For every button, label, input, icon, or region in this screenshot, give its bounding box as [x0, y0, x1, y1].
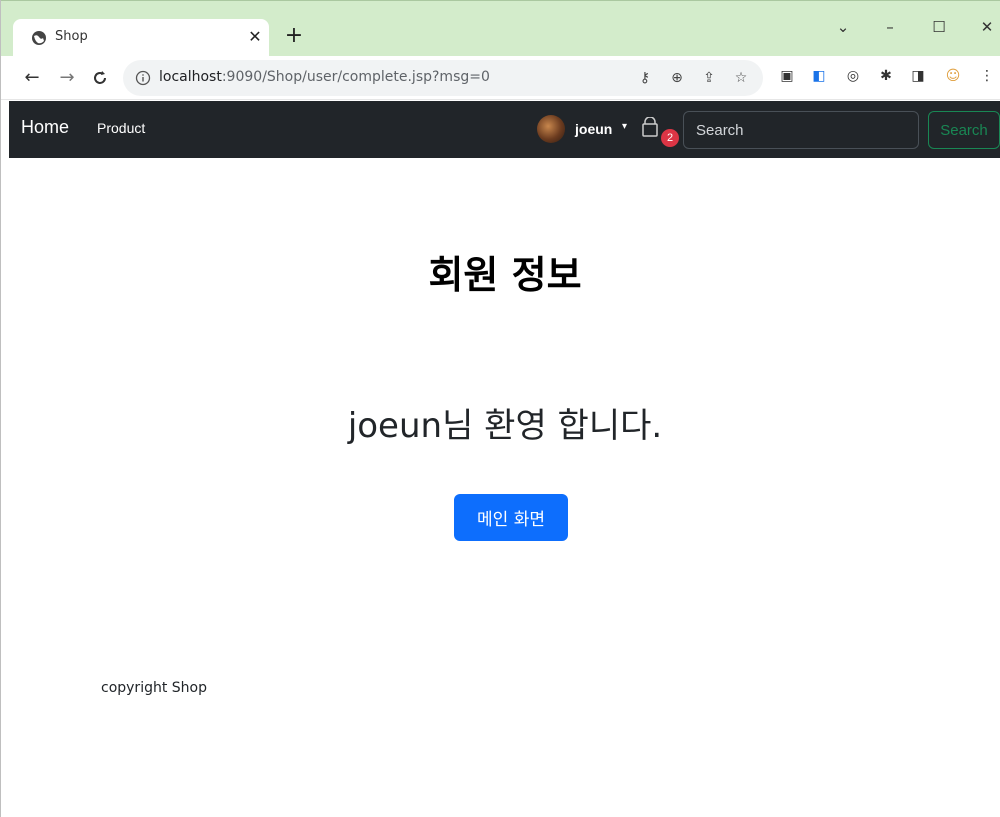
tab-shop[interactable]: Shop ✕: [13, 19, 269, 57]
key-icon[interactable]: ⚷: [635, 68, 655, 88]
nav-item-product[interactable]: Product: [97, 120, 145, 136]
search-input[interactable]: [683, 111, 919, 149]
forward-arrow-icon[interactable]: →: [55, 66, 79, 90]
profile-icon[interactable]: ☺: [943, 66, 963, 86]
footer-copyright: copyright Shop: [101, 680, 207, 696]
user-menu-name[interactable]: joeun: [575, 121, 612, 137]
site-navbar: Home Product joeun ▾ 2 Search: [9, 101, 1000, 158]
nav-home-link[interactable]: Home: [21, 117, 69, 138]
page-title: 회원 정보: [428, 253, 582, 297]
minimize-button[interactable]: –: [878, 15, 902, 39]
camera-icon[interactable]: ◎: [843, 66, 863, 86]
close-window-button[interactable]: ✕: [975, 15, 999, 39]
share-icon[interactable]: ⇪: [699, 68, 719, 88]
cast-icon[interactable]: ▣: [777, 66, 797, 86]
url-host: localhost: [159, 69, 222, 85]
zoom-icon[interactable]: ⊕: [667, 68, 687, 88]
info-icon[interactable]: [135, 70, 151, 86]
reload-icon[interactable]: [88, 66, 112, 90]
main-screen-button[interactable]: 메인 화면: [454, 494, 568, 541]
bookmark-star-icon[interactable]: ☆: [731, 68, 751, 88]
globe-icon: [32, 31, 46, 45]
address-bar[interactable]: localhost:9090/Shop/user/complete.jsp?ms…: [123, 60, 763, 96]
cart-count-badge: 2: [661, 129, 679, 147]
url-text[interactable]: localhost:9090/Shop/user/complete.jsp?ms…: [159, 69, 490, 85]
shopping-bag-icon[interactable]: [641, 117, 659, 137]
back-arrow-icon[interactable]: ←: [20, 66, 44, 90]
url-path: :9090/Shop/user/complete.jsp?msg=0: [221, 69, 490, 85]
browser-window: Shop ✕ + ⌄ – ☐ ✕ ← → localhost:9090/Shop…: [0, 0, 1000, 817]
tab-title: Shop: [55, 29, 88, 44]
welcome-suffix: 님 환영 합니다.: [442, 406, 663, 446]
side-panel-icon[interactable]: ◨: [908, 66, 928, 86]
maximize-button[interactable]: ☐: [927, 15, 951, 39]
close-tab-icon[interactable]: ✕: [245, 27, 265, 47]
translate-icon[interactable]: ◧: [809, 66, 829, 86]
tab-strip: Shop ✕ + ⌄ – ☐ ✕: [1, 0, 1000, 57]
extensions-puzzle-icon[interactable]: ✱: [876, 66, 896, 86]
caret-down-icon[interactable]: ▾: [622, 121, 627, 132]
welcome-user: joeun: [347, 406, 443, 446]
new-tab-button[interactable]: +: [283, 25, 305, 48]
welcome-message: joeun님 환영 합니다.: [9, 398, 1000, 447]
more-menu-icon[interactable]: ⋮: [977, 66, 997, 86]
browser-toolbar: ← → localhost:9090/Shop/user/complete.js…: [1, 56, 1000, 100]
search-button[interactable]: Search: [928, 111, 1000, 149]
tab-search-icon[interactable]: ⌄: [831, 15, 855, 39]
avatar[interactable]: [537, 115, 565, 143]
